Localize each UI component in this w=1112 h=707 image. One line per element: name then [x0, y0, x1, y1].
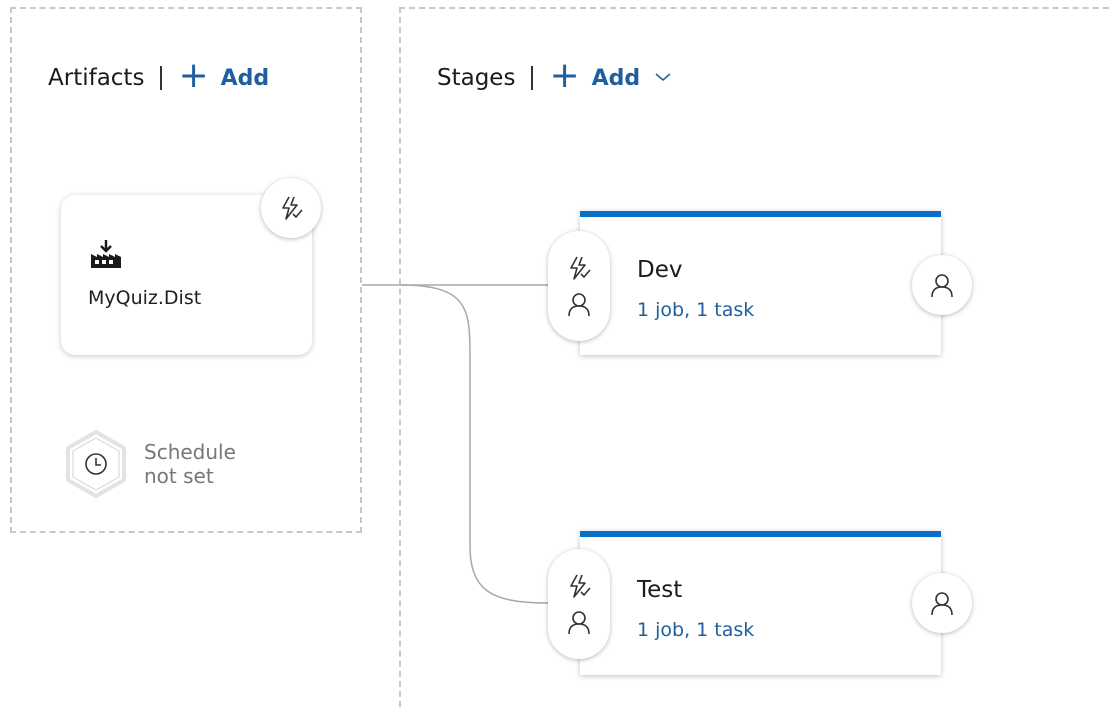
header-separator — [160, 66, 163, 90]
continuous-deployment-trigger-button[interactable] — [261, 178, 321, 238]
schedule-status: Schedule not set — [144, 440, 236, 488]
header-separator — [531, 66, 534, 90]
stage-card-test[interactable]: Test 1 job, 1 task — [580, 531, 941, 675]
person-icon — [929, 272, 955, 298]
pre-deployment-approvals-icon[interactable] — [566, 291, 592, 317]
pre-deployment-trigger-icon[interactable] — [566, 255, 592, 281]
schedule-trigger[interactable]: Schedule not set — [64, 430, 236, 498]
plus-icon: + — [178, 55, 209, 96]
stage-summary-link[interactable]: 1 job, 1 task — [637, 619, 754, 641]
post-deployment-approvals-dev[interactable] — [912, 255, 972, 315]
pre-deployment-trigger-icon[interactable] — [566, 573, 592, 599]
artifacts-header: Artifacts + Add — [48, 55, 270, 96]
chevron-down-icon — [654, 64, 672, 89]
plus-icon: + — [549, 55, 580, 96]
pre-deployment-conditions-test — [548, 549, 610, 659]
post-deployment-approvals-test[interactable] — [912, 573, 972, 633]
add-stage-button[interactable]: + Add — [549, 55, 672, 96]
clock-icon — [64, 430, 128, 498]
build-artifact-icon — [89, 237, 123, 275]
continuous-deployment-trigger-icon — [278, 195, 304, 221]
stage-summary-link[interactable]: 1 job, 1 task — [637, 299, 754, 321]
pre-deployment-conditions-dev — [548, 231, 610, 341]
schedule-line2: not set — [144, 464, 214, 488]
stage-name: Dev — [637, 257, 683, 283]
pre-deployment-approvals-icon[interactable] — [566, 609, 592, 635]
add-artifact-label: Add — [220, 65, 270, 91]
stages-header: Stages + Add — [437, 55, 672, 96]
add-stage-label: Add — [591, 65, 641, 91]
artifacts-title: Artifacts — [48, 65, 145, 91]
person-icon — [929, 590, 955, 616]
stage-card-dev[interactable]: Dev 1 job, 1 task — [580, 211, 941, 355]
schedule-line1: Schedule — [144, 440, 236, 464]
add-artifact-button[interactable]: + Add — [178, 55, 270, 96]
stage-name: Test — [637, 577, 683, 603]
stages-title: Stages — [437, 65, 516, 91]
artifact-name: MyQuiz.Dist — [88, 287, 202, 309]
